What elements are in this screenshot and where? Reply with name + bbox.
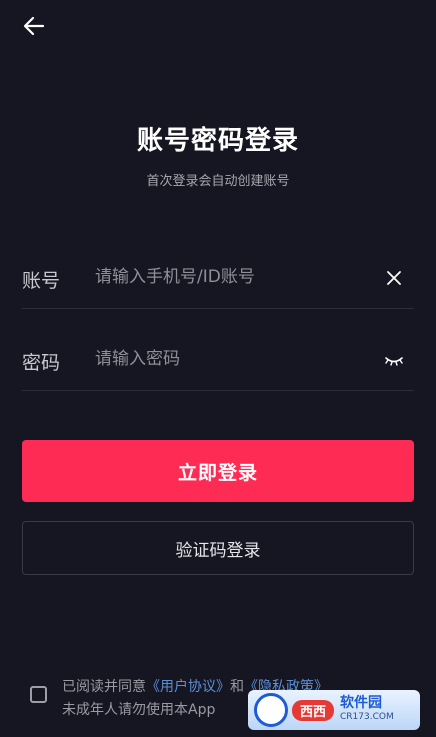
- watermark-domain: CR173.COM: [340, 712, 394, 722]
- agreement-checkbox[interactable]: [30, 686, 47, 703]
- clear-button[interactable]: [382, 266, 406, 290]
- user-agreement-link[interactable]: 《用户协议》: [146, 679, 230, 695]
- password-visibility-toggle[interactable]: [382, 348, 406, 372]
- account-input[interactable]: [95, 262, 365, 292]
- watermark-logo: 西西 软件园 CR173.COM: [248, 690, 420, 730]
- account-label: 账号: [22, 270, 61, 292]
- page-title: 账号密码登录: [136, 126, 299, 156]
- watermark-name: 软件园: [340, 695, 383, 711]
- password-input[interactable]: [95, 344, 365, 374]
- arrow-left-icon: [23, 16, 45, 36]
- code-login-button[interactable]: 验证码登录: [22, 521, 414, 575]
- page-subtitle: 首次登录会自动创建账号: [146, 174, 290, 189]
- close-icon: [387, 271, 401, 285]
- watermark-badge: 西西: [292, 699, 335, 721]
- password-field: 密码: [22, 330, 414, 391]
- account-field: 账号: [22, 248, 414, 309]
- watermark-text: 软件园 CR173.COM: [340, 696, 394, 724]
- password-label: 密码: [22, 352, 61, 374]
- eye-closed-icon: [385, 357, 403, 366]
- back-button[interactable]: [20, 12, 48, 40]
- watermark-logo-icon: [254, 693, 288, 727]
- agreement-and: 和: [230, 679, 244, 695]
- login-button[interactable]: 立即登录: [22, 440, 414, 502]
- minor-notice: 未成年人请勿使用本App: [62, 702, 216, 718]
- agreement-prefix: 已阅读并同意: [62, 679, 146, 695]
